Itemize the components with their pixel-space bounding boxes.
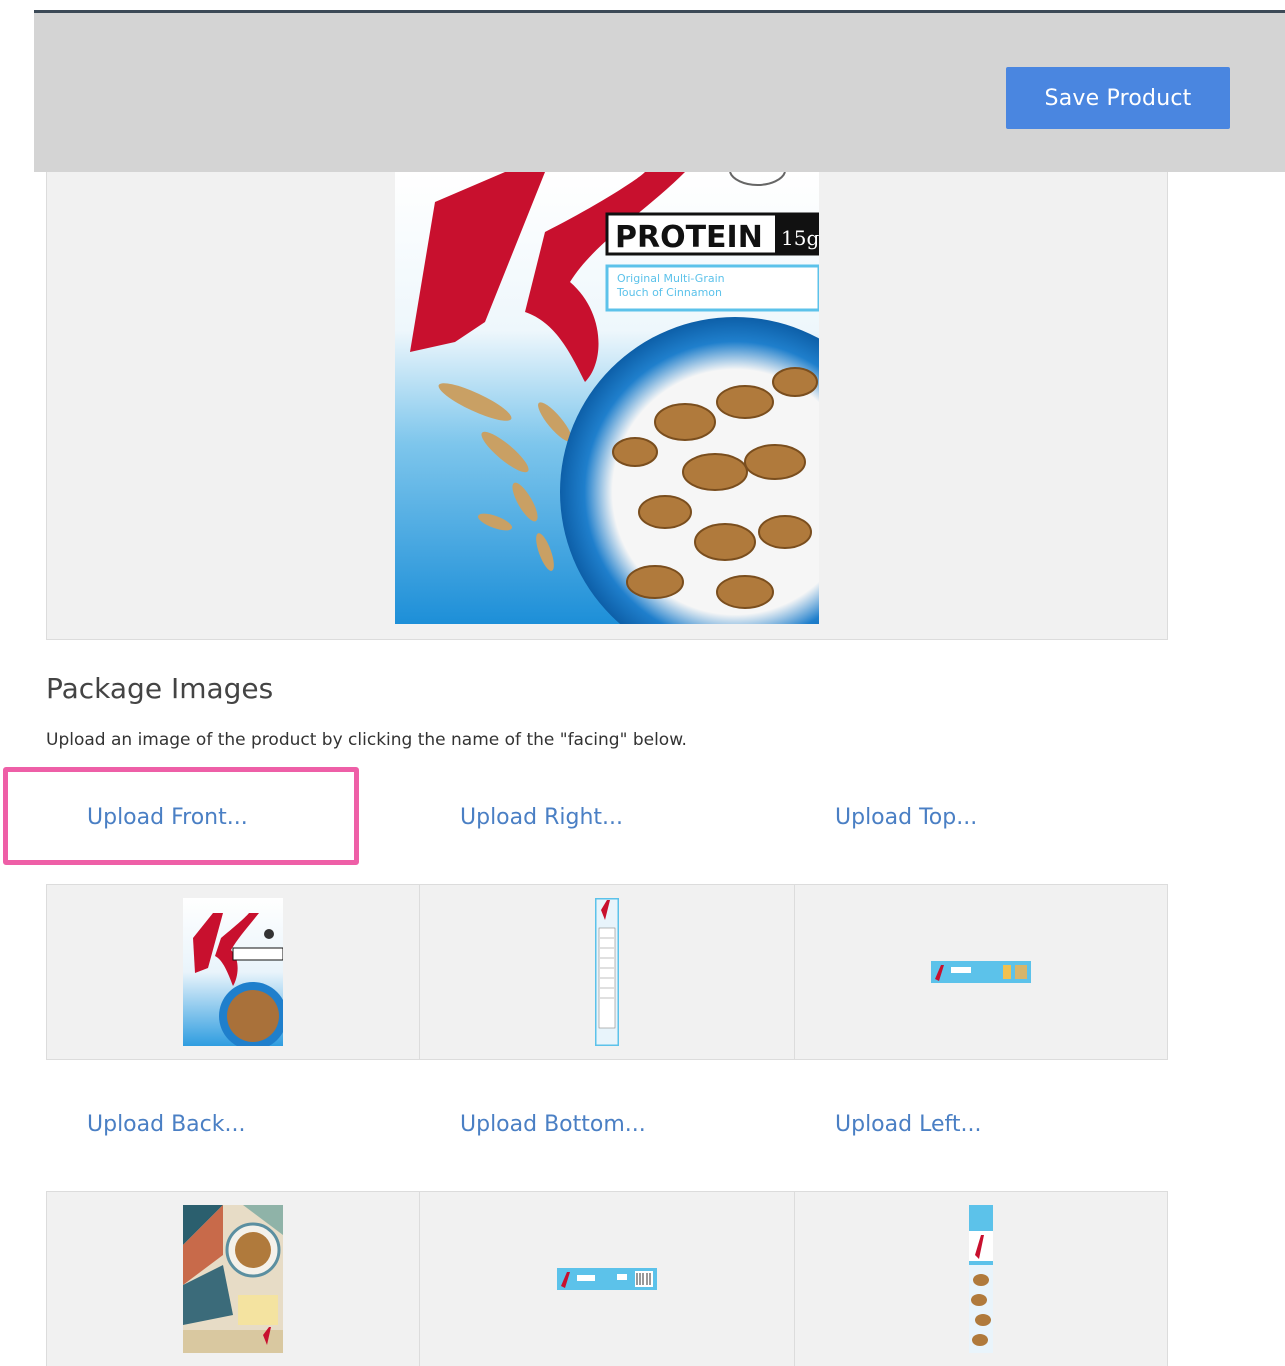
- thumbnail-row-2: [46, 1191, 1168, 1366]
- thumbnail-right[interactable]: [420, 885, 795, 1059]
- protein-grams-text: 15g: [781, 226, 819, 250]
- protein-badge-text: PROTEIN: [615, 220, 763, 255]
- thumbnail-bottom[interactable]: [420, 1192, 795, 1366]
- cereal-box-front-image: PROTEIN 15g Original Multi-Grain Touch o…: [395, 172, 819, 624]
- upload-back-link[interactable]: Upload Back...: [87, 1112, 245, 1137]
- thumbnail-front[interactable]: [47, 885, 420, 1059]
- upload-front-link[interactable]: Upload Front...: [87, 805, 248, 830]
- thumbnail-top[interactable]: [795, 885, 1167, 1059]
- thumbnail-back[interactable]: [47, 1192, 420, 1366]
- upload-left-link[interactable]: Upload Left...: [835, 1112, 981, 1137]
- bottom-facing-image: [557, 1268, 657, 1290]
- upload-right-link[interactable]: Upload Right...: [460, 805, 623, 830]
- page-header: Save Product: [34, 13, 1285, 172]
- thumbnail-row-1: [46, 884, 1168, 1060]
- front-facing-image: [183, 898, 283, 1046]
- top-facing-image: [931, 961, 1031, 983]
- upload-bottom-link[interactable]: Upload Bottom...: [460, 1112, 646, 1137]
- main-product-preview: PROTEIN 15g Original Multi-Grain Touch o…: [46, 172, 1168, 640]
- right-facing-image: [595, 898, 619, 1046]
- back-facing-image: [183, 1205, 283, 1353]
- section-description: Upload an image of the product by clicki…: [46, 730, 687, 750]
- upload-top-link[interactable]: Upload Top...: [835, 805, 977, 830]
- save-product-button[interactable]: Save Product: [1006, 67, 1230, 129]
- flavor-line-1: Original Multi-Grain: [617, 272, 725, 285]
- left-facing-image: [969, 1205, 993, 1353]
- flavor-line-2: Touch of Cinnamon: [616, 286, 722, 299]
- section-title: Package Images: [46, 672, 274, 705]
- thumbnail-left[interactable]: [795, 1192, 1167, 1366]
